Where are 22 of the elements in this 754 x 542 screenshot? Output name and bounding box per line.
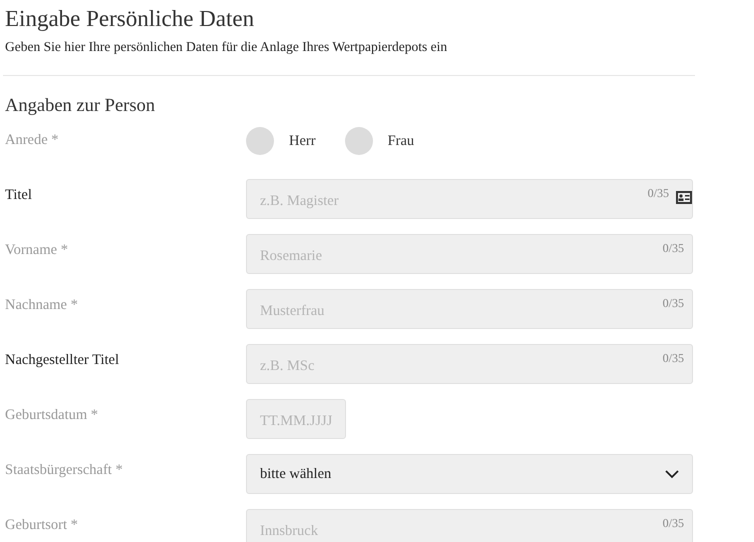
field-label: Nachgestellter Titel [5, 351, 120, 369]
chevron-down-icon [665, 470, 679, 478]
field-label: Anrede * [5, 131, 60, 149]
character-counter: 0/35 [662, 241, 684, 256]
field-label: Titel [5, 186, 33, 204]
field-label: Nachname * [5, 296, 79, 314]
dropdown[interactable]: bitte wählen [246, 454, 693, 494]
field-label: Vorname * [5, 241, 69, 259]
contact-card-icon[interactable] [676, 191, 692, 204]
character-counter: 0/35 [662, 516, 684, 531]
radio-option[interactable]: Frau [344, 127, 414, 155]
field-label: Staatsbürgerschaft * [5, 461, 124, 479]
section-title: Angaben zur Person [5, 95, 156, 118]
page-title: Eingabe Persönliche Daten [5, 5, 256, 33]
date-field[interactable]: TT.MM.JJJJ [246, 399, 346, 439]
field-label: Geburtsdatum * [5, 406, 100, 424]
character-counter: 0/35 [662, 296, 684, 311]
character-counter: 0/35 [648, 186, 669, 201]
character-counter: 0/35 [662, 351, 684, 366]
radio-option[interactable]: Herr [246, 127, 316, 155]
page-subtitle: Geben Sie hier Ihre persönlichen Daten für die Anlage Ihres Wertpapierdepots ein [5, 38, 448, 56]
field-label: Geburtsort * [5, 516, 79, 534]
